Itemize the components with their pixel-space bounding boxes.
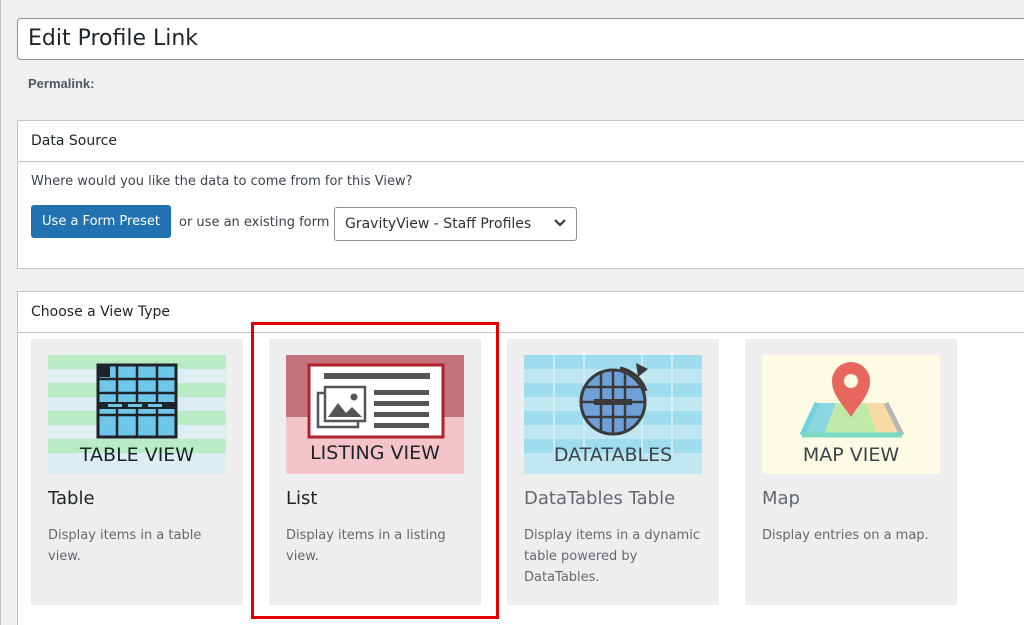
existing-form-select[interactable]: GravityView - Staff Profiles [334,207,577,241]
data-source-question: Where would you like the data to come fr… [31,174,413,189]
chevron-down-icon [554,219,566,227]
card-desc-table: Display items in a table view. [48,528,202,564]
datatables-thumb-label: DATATABLES [553,444,673,466]
table-view-thumbnail: TABLE VIEW [48,355,226,474]
use-form-preset-button[interactable]: Use a Form Preset [31,205,171,238]
view-type-card-map[interactable]: MAP VIEW Map Display entries on a map. [745,339,957,605]
view-type-card-list[interactable]: LISTING VIEW List Display items in a lis… [269,339,481,605]
view-type-card-datatables[interactable]: DATATABLES DataTables Table Display item… [507,339,719,605]
view-title-input[interactable]: Edit Profile Link [17,18,1024,60]
card-name-list: List [286,488,318,509]
view-type-heading: Choose a View Type [18,292,1024,333]
permalink-label: Permalink: [28,76,95,91]
map-view-thumbnail: MAP VIEW [762,355,940,474]
data-source-heading: Data Source [18,121,1024,162]
table-view-thumb-label: TABLE VIEW [79,444,195,466]
card-desc-map: Display entries on a map. [762,528,929,543]
card-name-map: Map [762,488,800,509]
view-type-card-table[interactable]: TABLE VIEW Table Display items in a tabl… [31,339,243,605]
map-view-thumb-label: MAP VIEW [802,444,900,466]
or-existing-form-text: or use an existing form [179,215,330,230]
card-name-table: Table [48,488,95,509]
card-name-datatables: DataTables Table [524,488,676,509]
card-desc-datatables: Display items in a dynamic table powered… [524,528,700,585]
card-desc-list: Display items in a listing view. [286,528,446,564]
data-source-box: Data Source Where would you like the dat… [17,120,1024,269]
listing-view-thumb-label: LISTING VIEW [310,442,440,464]
datatables-thumbnail: DATATABLES [524,355,702,474]
listing-view-thumbnail: LISTING VIEW [286,355,464,474]
existing-form-selected-value: GravityView - Staff Profiles [345,216,532,232]
